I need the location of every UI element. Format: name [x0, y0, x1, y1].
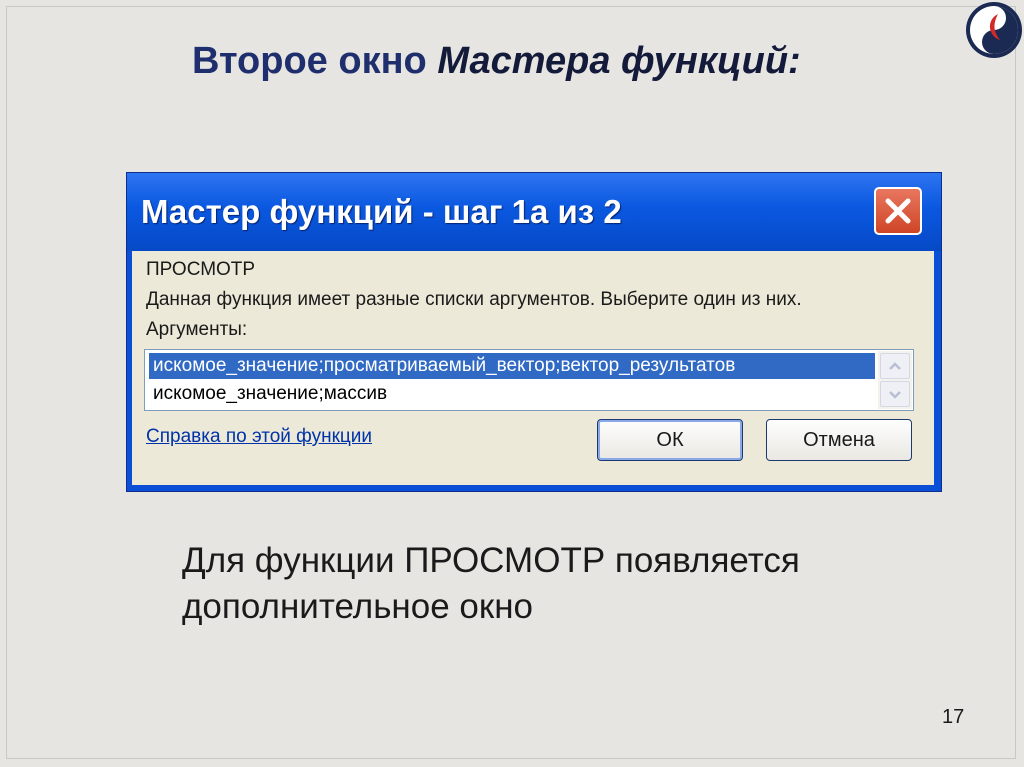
page-number: 17 [942, 706, 965, 728]
chevron-up-icon [889, 362, 901, 370]
dialog-client-area: ПРОСМОТР Данная функция имеет разные спи… [132, 251, 934, 485]
close-icon [885, 198, 911, 224]
ok-button[interactable]: ОК [597, 419, 743, 461]
scroll-up-button[interactable] [880, 353, 910, 379]
function-name-label: ПРОСМОТР [146, 259, 256, 280]
dialog-title: Мастер функций - шаг 1а из 2 [141, 193, 622, 230]
arguments-label: Аргументы: [146, 319, 248, 340]
slide-title: Второе окно Мастера функций: [192, 40, 801, 83]
arguments-listbox[interactable]: искомое_значение;просматриваемый_вектор;… [144, 349, 914, 411]
body-line-2: дополнительное окно [182, 587, 533, 626]
slide-body-text: Для функции ПРОСМОТР появляется дополнит… [182, 538, 800, 630]
cancel-button[interactable]: Отмена [766, 419, 912, 461]
function-wizard-dialog: Мастер функций - шаг 1а из 2 ПРОСМОТР Да… [126, 172, 942, 492]
description-label: Данная функция имеет разные списки аргум… [146, 289, 802, 310]
list-item[interactable]: искомое_значение;просматриваемый_вектор;… [149, 353, 875, 379]
help-link[interactable]: Справка по этой функции [146, 426, 372, 448]
scroll-down-button[interactable] [880, 381, 910, 407]
slide-title-italic: Мастера функций: [437, 40, 801, 82]
logo-icon [964, 0, 1024, 60]
body-line-1: Для функции ПРОСМОТР появляется [182, 541, 800, 580]
listbox-scrollbar[interactable] [878, 351, 912, 409]
chevron-down-icon [889, 391, 901, 399]
dialog-titlebar[interactable]: Мастер функций - шаг 1а из 2 [127, 173, 941, 251]
close-button[interactable] [874, 187, 922, 235]
slide-title-plain: Второе окно [192, 40, 438, 82]
list-item[interactable]: искомое_значение;массив [149, 381, 875, 407]
